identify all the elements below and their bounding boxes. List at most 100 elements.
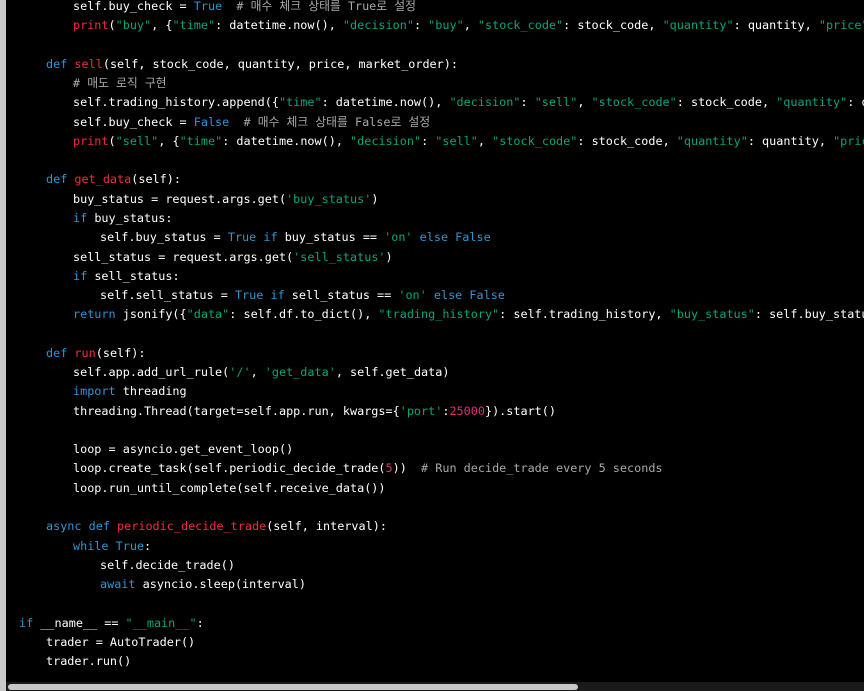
code-token: True xyxy=(115,538,145,553)
code-token: : xyxy=(421,133,436,148)
code-token: "decision" xyxy=(342,18,414,33)
code-token: : xyxy=(413,18,429,33)
code-token: self.buy_check = xyxy=(73,0,194,13)
code-token: def xyxy=(46,56,75,71)
code-token: 5 xyxy=(385,461,393,476)
code-line: await asyncio.sleep(interval) xyxy=(100,575,306,594)
code-token: "price" xyxy=(833,133,864,148)
code-token: self.buy_status = xyxy=(100,230,228,245)
code-token: "data" xyxy=(186,307,230,322)
code-line: def get_data(self): xyxy=(46,170,181,189)
code-line: buy_status = request.args.get('buy_statu… xyxy=(73,190,378,209)
code-token: sell_status = request.args.get( xyxy=(73,249,294,264)
code-token: # 매수 체크 상태를 False로 설정 xyxy=(243,114,431,129)
code-token: (self): xyxy=(131,172,181,187)
code-token: : self.df.to_dict(), xyxy=(229,307,379,322)
code-token: def xyxy=(46,172,75,187)
code-token: "__main__" xyxy=(125,615,197,630)
code-line: loop.run_until_complete(self.receive_dat… xyxy=(73,479,386,498)
code-token: trader = AutoTrader() xyxy=(46,634,196,649)
code-token: 25000 xyxy=(449,403,485,418)
code-token: buy_status == xyxy=(284,230,385,245)
code-token: threading.Thread(target=self.app.run, kw… xyxy=(73,403,400,418)
code-token: : datetime.now(), xyxy=(222,133,351,148)
code-token: self.decide_trade() xyxy=(100,557,235,572)
code-line: async def periodic_decide_trade(self, in… xyxy=(46,517,387,536)
code-token: await xyxy=(100,577,143,592)
code-token: "stock_code" xyxy=(477,18,564,33)
code-line: # 매도 로직 구현 xyxy=(73,74,167,93)
code-line: import threading xyxy=(73,382,187,401)
code-line: threading.Thread(target=self.app.run, kw… xyxy=(73,402,556,421)
code-line: def sell(self, stock_code, quantity, pri… xyxy=(46,55,458,74)
code-token: : stock_code, xyxy=(676,95,777,110)
code-token: , xyxy=(250,365,265,380)
code-token: "stock_code" xyxy=(591,95,677,110)
code-token: "buy_status" xyxy=(669,307,755,322)
code-token: )) xyxy=(392,461,422,476)
code-token: '/' xyxy=(229,365,251,380)
horizontal-scrollbar[interactable] xyxy=(6,682,864,691)
code-token: "time" xyxy=(172,18,216,33)
code-line: trader = AutoTrader() xyxy=(46,633,195,652)
code-token: True xyxy=(227,230,257,245)
code-token: def xyxy=(46,345,75,360)
code-token: def xyxy=(88,519,118,534)
code-token: get_data xyxy=(74,172,132,187)
code-token: : datetime.now(), xyxy=(321,95,450,110)
code-token: sell_status: xyxy=(94,268,180,283)
code-editor[interactable]: self.buy_check = True # 매수 체크 상태를 True로 … xyxy=(6,0,864,691)
code-token: (self, stock_code, quantity, price, mark… xyxy=(102,56,458,71)
code-line: print("sell", {"time": datetime.now(), "… xyxy=(73,132,864,151)
code-token: run xyxy=(74,345,96,360)
code-token: True xyxy=(193,0,223,13)
code-token: while xyxy=(73,538,116,553)
code-token: : stock_code, xyxy=(563,18,663,33)
code-token: if xyxy=(73,268,95,283)
code-line: self.decide_trade() xyxy=(100,556,235,575)
code-token: : xyxy=(144,538,152,553)
code-token: True xyxy=(234,288,264,303)
code-token: __name__ == xyxy=(40,615,126,630)
code-token: "quantity" xyxy=(662,18,734,33)
scrollbar-thumb[interactable] xyxy=(8,684,578,690)
code-token: import xyxy=(73,384,123,399)
code-token: "decision" xyxy=(350,133,422,148)
code-token: asyncio.sleep(interval) xyxy=(142,577,306,592)
code-token: False xyxy=(455,230,491,245)
code-token: self.sell_status = xyxy=(100,288,235,303)
code-token: async xyxy=(46,519,89,534)
code-token: 'buy_status' xyxy=(286,191,372,206)
code-token: False xyxy=(469,288,505,303)
code-line: if buy_status: xyxy=(73,209,172,228)
code-token: ( xyxy=(108,133,116,148)
code-token: : stock_code, xyxy=(577,133,677,148)
code-line: self.sell_status = True if sell_status =… xyxy=(100,286,505,305)
code-token: jsonify({ xyxy=(122,307,187,322)
code-token: # 매도 로직 구현 xyxy=(73,76,167,91)
code-token: 'get_data' xyxy=(264,365,336,380)
code-token: trader.run() xyxy=(46,654,132,669)
code-token: buy_status = request.args.get( xyxy=(73,191,287,206)
code-line: if __name__ == "__main__": xyxy=(19,614,204,633)
code-token: loop.create_task(self.periodic_decide_tr… xyxy=(73,461,386,476)
code-token: , xyxy=(577,95,592,110)
code-token: else xyxy=(419,230,456,245)
code-line: if sell_status: xyxy=(73,267,180,286)
code-token: "buy" xyxy=(428,18,464,33)
code-line: sell_status = request.args.get('sell_sta… xyxy=(73,248,393,267)
code-token: 'on' xyxy=(384,230,413,245)
code-line: self.trading_history.append({"time": dat… xyxy=(73,93,864,112)
code-token: if xyxy=(270,288,292,303)
code-token: ) xyxy=(371,191,379,206)
code-token: loop.run_until_complete(self.receive_dat… xyxy=(73,480,386,495)
code-token: if xyxy=(19,615,41,630)
code-token: sell xyxy=(74,56,103,71)
code-token: False xyxy=(193,114,230,129)
code-line: def run(self): xyxy=(46,344,145,363)
code-line: self.buy_check = False # 매수 체크 상태를 False… xyxy=(73,113,430,132)
code-token: : datetime.now(), xyxy=(215,18,343,33)
